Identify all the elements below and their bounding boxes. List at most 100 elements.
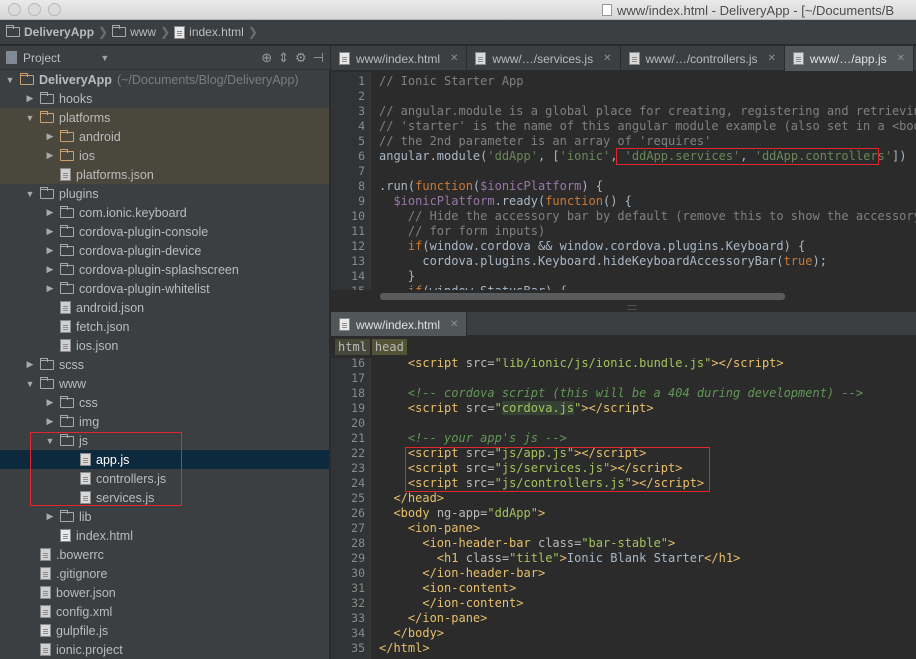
code-line[interactable]: angular.module('ddApp', ['ionic', 'ddApp… [379,149,906,164]
tree-item[interactable]: ▼ www [0,374,329,393]
editor-tab[interactable]: www/index.html ✕ [331,312,468,337]
collapsed-arrow-icon[interactable]: ▶ [24,359,36,370]
tree-item[interactable]: ios.json [0,336,329,355]
zoom-window-icon[interactable] [48,3,61,16]
project-view-selector[interactable]: Project [23,51,60,65]
code-line[interactable]: } [379,269,415,284]
editor-tab[interactable]: www/…/app.js ✕ [784,46,914,71]
horizontal-scrollbar[interactable] [380,293,785,300]
breadcrumb-item-www[interactable]: www [112,25,156,39]
minimize-window-icon[interactable] [28,3,41,16]
tree-item[interactable]: config.xml [0,602,329,621]
tree-item[interactable]: ionic.project [0,640,329,659]
code-line[interactable]: <script src="lib/ionic/js/ionic.bundle.j… [379,358,784,371]
close-tab-icon[interactable]: ✕ [603,53,611,64]
collapsed-arrow-icon[interactable]: ▶ [44,131,56,142]
tree-item[interactable]: android.json [0,298,329,317]
code-line[interactable]: <!-- your app's js --> [379,431,567,446]
gear-icon[interactable]: ⚙ [295,50,307,66]
tree-item[interactable]: fetch.json [0,317,329,336]
tree-item[interactable]: platforms.json [0,165,329,184]
tree-item[interactable]: ▶ lib [0,507,329,526]
editor-tab[interactable]: www/…/services.js ✕ [467,46,621,71]
tree-item[interactable]: .bowerrc [0,545,329,564]
tree-item[interactable]: ▶ hooks [0,89,329,108]
code-line[interactable]: <h1 class="title">Ionic Blank Starter</h… [379,551,741,566]
code-line[interactable]: $ionicPlatform.ready(function() { [379,194,631,209]
code-line[interactable]: // angular.module is a global place for … [379,104,916,119]
code-line[interactable]: <ion-pane> [379,521,480,536]
code-line[interactable]: </ion-content> [379,596,523,611]
tree-item[interactable]: ▶ img [0,412,329,431]
tree-item[interactable]: ▶ ios [0,146,329,165]
tree-item[interactable]: ▼ platforms [0,108,329,127]
editor-tab[interactable]: www/…/controllers.js ✕ [621,46,785,71]
code-line[interactable]: if(window.cordova && window.cordova.plug… [379,239,805,254]
tree-item[interactable]: ▶ cordova-plugin-whitelist [0,279,329,298]
code-line[interactable]: // the 2nd parameter is an array of 'req… [379,134,711,149]
code-line[interactable]: cordova.plugins.Keyboard.hideKeyboardAcc… [379,254,827,269]
tree-item[interactable]: controllers.js [0,469,329,488]
code-line[interactable]: </html> [379,641,430,656]
code-line[interactable]: // for form inputs) [379,224,545,239]
code-line[interactable]: </ion-header-bar> [379,566,545,581]
close-window-icon[interactable] [8,3,21,16]
collapsed-arrow-icon[interactable]: ▶ [44,264,56,275]
collapsed-arrow-icon[interactable]: ▶ [44,226,56,237]
tag-crumb-head[interactable]: head [371,339,407,355]
tag-crumb-html[interactable]: html [335,339,370,355]
breadcrumb-item-index-html[interactable]: index.html [174,25,244,39]
tree-item[interactable]: ▶ cordova-plugin-console [0,222,329,241]
code-line[interactable]: // 'starter' is the name of this angular… [379,119,916,134]
tree-item[interactable]: ▼ DeliveryApp (~/Documents/Blog/DeliveryAp… [0,70,329,89]
tree-item[interactable]: ▶ android [0,127,329,146]
collapsed-arrow-icon[interactable]: ▶ [44,207,56,218]
collapsed-arrow-icon[interactable]: ▶ [44,150,56,161]
code-line[interactable]: <script src="js/services.js"></script> [379,461,683,476]
hide-icon[interactable]: ⊣ [313,50,324,66]
tree-item[interactable]: ▶ css [0,393,329,412]
code-line[interactable]: <body ng-app="ddApp"> [379,506,545,521]
tree-item[interactable]: gulpfile.js [0,621,329,640]
breadcrumb-item-project[interactable]: DeliveryApp [6,25,94,39]
expanded-arrow-icon[interactable]: ▼ [44,436,56,446]
collapsed-arrow-icon[interactable]: ▶ [44,511,56,522]
collapsed-arrow-icon[interactable]: ▶ [44,245,56,256]
tree-item[interactable]: index.html [0,526,329,545]
code-line[interactable]: <script src="cordova.js"></script> [379,401,654,416]
expanded-arrow-icon[interactable]: ▼ [24,189,36,199]
close-tab-icon[interactable]: ✕ [450,53,458,64]
collapsed-arrow-icon[interactable]: ▶ [44,397,56,408]
code-line[interactable]: <ion-content> [379,581,516,596]
expanded-arrow-icon[interactable]: ▼ [4,75,16,85]
tree-item[interactable]: ▶ cordova-plugin-splashscreen [0,260,329,279]
project-tree[interactable]: ▼ DeliveryApp (~/Documents/Blog/DeliveryAp… [0,70,330,659]
code-line[interactable]: </body> [379,626,444,641]
expanded-arrow-icon[interactable]: ▼ [24,379,36,389]
chevron-down-icon[interactable]: ▼ [100,53,109,63]
code-line[interactable]: </ion-pane> [379,611,487,626]
target-icon[interactable]: ⊕ [261,50,272,66]
tree-item[interactable]: ▶ cordova-plugin-device [0,241,329,260]
code-line[interactable]: .run(function($ionicPlatform) { [379,179,603,194]
splitter-grip-icon[interactable]: :::::: [627,302,637,312]
close-tab-icon[interactable]: ✕ [450,319,458,330]
close-tab-icon[interactable]: ✕ [897,53,905,64]
code-line[interactable]: // Ionic Starter App [379,74,524,89]
code-line[interactable]: // Hide the accessory bar by default (re… [379,209,916,224]
collapsed-arrow-icon[interactable]: ▶ [24,93,36,104]
collapsed-arrow-icon[interactable]: ▶ [44,283,56,294]
tree-item[interactable]: ▼ js [0,431,329,450]
tree-item[interactable]: .gitignore [0,564,329,583]
tree-item[interactable]: bower.json [0,583,329,602]
code-line[interactable]: </head> [379,491,444,506]
collapse-icon[interactable]: ⇕ [278,50,289,66]
collapsed-arrow-icon[interactable]: ▶ [44,416,56,427]
tree-item[interactable]: ▶ scss [0,355,329,374]
close-tab-icon[interactable]: ✕ [768,53,776,64]
code-line[interactable]: <script src="js/app.js"></script> [379,446,646,461]
tree-item[interactable]: ▼ plugins [0,184,329,203]
expanded-arrow-icon[interactable]: ▼ [24,113,36,123]
code-editor-app-js[interactable]: 1 // Ionic Starter App 2 3 // angular.module… [331,72,916,290]
tree-item[interactable]: ▶ com.ionic.keyboard [0,203,329,222]
